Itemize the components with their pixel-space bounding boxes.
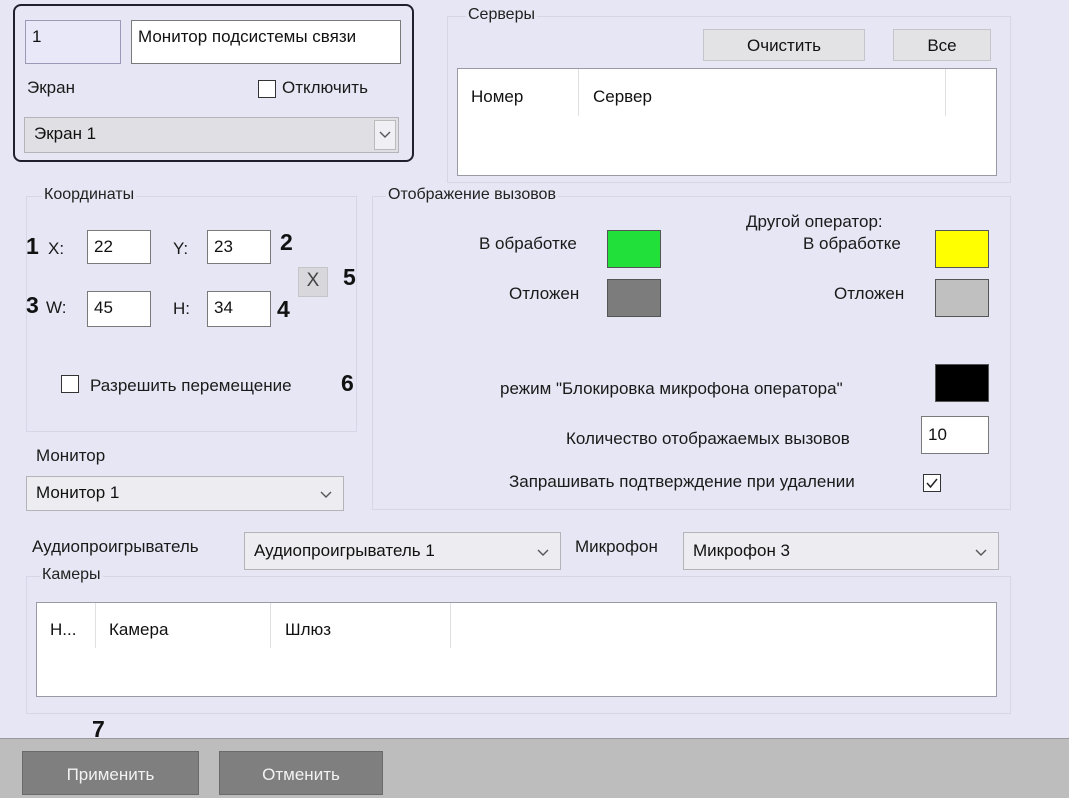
w-input[interactable]: 45 (87, 291, 151, 327)
column-divider (450, 603, 451, 648)
marker-6: 6 (341, 370, 354, 396)
processing-color-swatch[interactable] (607, 230, 661, 268)
cameras-table[interactable]: Н... Камера Шлюз (36, 602, 997, 697)
disable-label: Отключить (282, 78, 368, 97)
coordinates-legend: Координаты (42, 186, 137, 204)
chevron-down-icon (374, 120, 396, 150)
coordinates-group (26, 196, 357, 432)
allow-move-checkbox[interactable] (61, 375, 79, 393)
call-count-label: Количество отображаемых вызовов (566, 429, 850, 448)
marker-1: 1 (26, 233, 39, 259)
audio-player-select[interactable]: Аудиопроигрыватель 1 (244, 532, 561, 570)
mic-block-color-swatch[interactable] (935, 364, 989, 402)
cameras-column-gateway[interactable]: Шлюз (285, 620, 331, 640)
checkmark-icon (926, 478, 938, 489)
column-divider (270, 603, 271, 648)
other-postponed-color-swatch[interactable] (935, 279, 989, 317)
confirm-delete-checkbox[interactable] (923, 474, 941, 492)
chevron-down-icon (537, 549, 549, 556)
other-postponed-label: Отложен (834, 284, 905, 303)
screen-select[interactable]: Экран 1 (24, 117, 399, 153)
screen-label: Экран (27, 78, 75, 97)
postponed-label: Отложен (509, 284, 580, 303)
w-label: W: (46, 298, 67, 317)
servers-legend: Серверы (466, 6, 537, 24)
reset-coordinates-button[interactable]: X (298, 267, 328, 297)
marker-5: 5 (343, 264, 356, 290)
column-divider (95, 603, 96, 648)
other-processing-label: В обработке (803, 234, 901, 253)
chevron-down-icon (320, 491, 332, 498)
monitor-select-value: Монитор 1 (36, 483, 120, 502)
mic-block-label: режим "Блокировка микрофона оператора" (500, 379, 843, 398)
calls-legend: Отображение вызовов (386, 186, 558, 204)
marker-4: 4 (277, 296, 290, 322)
chevron-down-icon (975, 549, 987, 556)
allow-move-label: Разрешить перемещение (90, 376, 292, 395)
clear-button[interactable]: Очистить (703, 29, 865, 61)
h-input[interactable]: 34 (207, 291, 271, 327)
servers-column-number[interactable]: Номер (471, 87, 523, 107)
monitor-select[interactable]: Монитор 1 (26, 476, 344, 511)
disable-checkbox[interactable] (258, 80, 276, 98)
screen-select-value: Экран 1 (34, 124, 97, 143)
marker-2: 2 (280, 229, 293, 255)
servers-table[interactable]: Номер Сервер (457, 68, 997, 176)
mic-label: Микрофон (575, 537, 658, 556)
cameras-column-number[interactable]: Н... (50, 620, 76, 640)
x-input[interactable]: 22 (87, 230, 151, 264)
column-divider (578, 69, 579, 116)
cameras-legend: Камеры (40, 566, 103, 584)
servers-column-server[interactable]: Сервер (593, 87, 652, 107)
confirm-delete-label: Запрашивать подтверждение при удалении (509, 472, 855, 491)
column-divider (945, 69, 946, 116)
marker-3: 3 (26, 292, 39, 318)
all-button[interactable]: Все (893, 29, 991, 61)
cameras-column-camera[interactable]: Камера (109, 620, 168, 640)
cancel-button[interactable]: Отменить (219, 751, 383, 795)
processing-label: В обработке (479, 234, 577, 253)
calls-group (372, 196, 1011, 510)
other-operator-label: Другой оператор: (746, 212, 883, 231)
mic-select-value: Микрофон 3 (693, 541, 791, 560)
close-icon: X (306, 270, 320, 291)
mic-select[interactable]: Микрофон 3 (683, 532, 999, 570)
object-id-field[interactable]: 1 (25, 20, 121, 64)
monitor-label: Монитор (36, 446, 106, 465)
h-label: H: (173, 299, 190, 318)
audio-player-select-value: Аудиопроигрыватель 1 (254, 541, 435, 560)
y-input[interactable]: 23 (207, 230, 271, 264)
other-processing-color-swatch[interactable] (935, 230, 989, 268)
audio-player-label: Аудиопроигрыватель (32, 537, 199, 556)
y-label: Y: (173, 239, 189, 258)
apply-button[interactable]: Применить (22, 751, 199, 795)
call-count-input[interactable]: 10 (921, 416, 989, 454)
x-label: X: (48, 239, 65, 258)
postponed-color-swatch[interactable] (607, 279, 661, 317)
object-name-field[interactable]: Монитор подсистемы связи (131, 20, 401, 64)
